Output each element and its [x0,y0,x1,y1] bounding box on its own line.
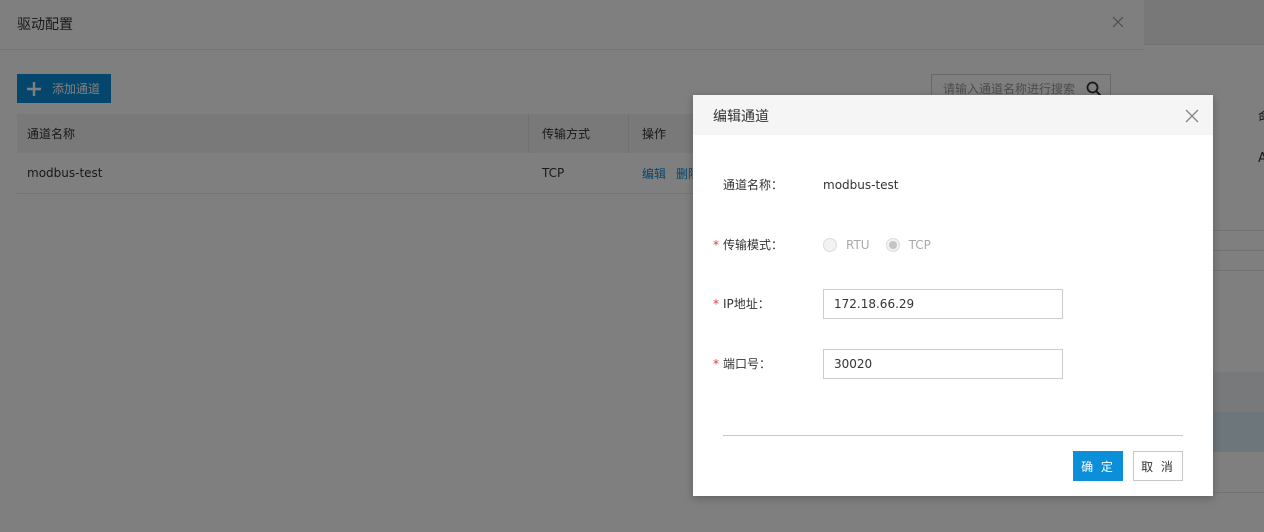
ip-input[interactable] [823,289,1063,319]
channel-name-label: 通道名称： [723,178,784,192]
port-label-text: 端口号： [723,357,772,371]
edit-channel-modal: 编辑通道 通道名称： modbus-test * 传输模式： RTU TCP *… [693,95,1213,496]
port-input[interactable] [823,349,1063,379]
modal-header: 编辑通道 [693,95,1213,135]
radio-tcp[interactable]: TCP [885,238,931,252]
close-icon [1185,109,1199,123]
modal-title: 编辑通道 [713,109,769,125]
required-mark: * [713,357,719,371]
form-row-channel-name: 通道名称： modbus-test [693,170,1213,200]
radio-rtu-label: RTU [846,238,870,252]
ip-label-text: IP地址： [723,297,770,311]
channel-name-value: modbus-test [823,178,899,192]
radio-circle-checked [885,238,900,252]
transport-mode-radio-group: RTU TCP [823,230,947,260]
ip-label: * IP地址： [713,289,770,319]
cancel-button[interactable]: 取 消 [1133,451,1183,481]
port-label: * 端口号： [713,349,772,379]
form-row-port: * 端口号： [693,349,1213,379]
required-mark: * [713,297,719,311]
radio-tcp-label: TCP [908,238,931,252]
confirm-button[interactable]: 确 定 [1073,451,1123,481]
radio-circle [823,238,837,252]
modal-close-button[interactable] [1181,105,1203,127]
transport-mode-label: * 传输模式： [713,230,784,260]
form-row-transport-mode: * 传输模式： RTU TCP [693,230,1213,260]
transport-mode-label-text: 传输模式： [723,238,784,252]
required-mark: * [713,238,719,252]
radio-rtu[interactable]: RTU [823,238,870,252]
modal-footer-divider [723,435,1183,436]
form-row-ip: * IP地址： [693,289,1213,319]
